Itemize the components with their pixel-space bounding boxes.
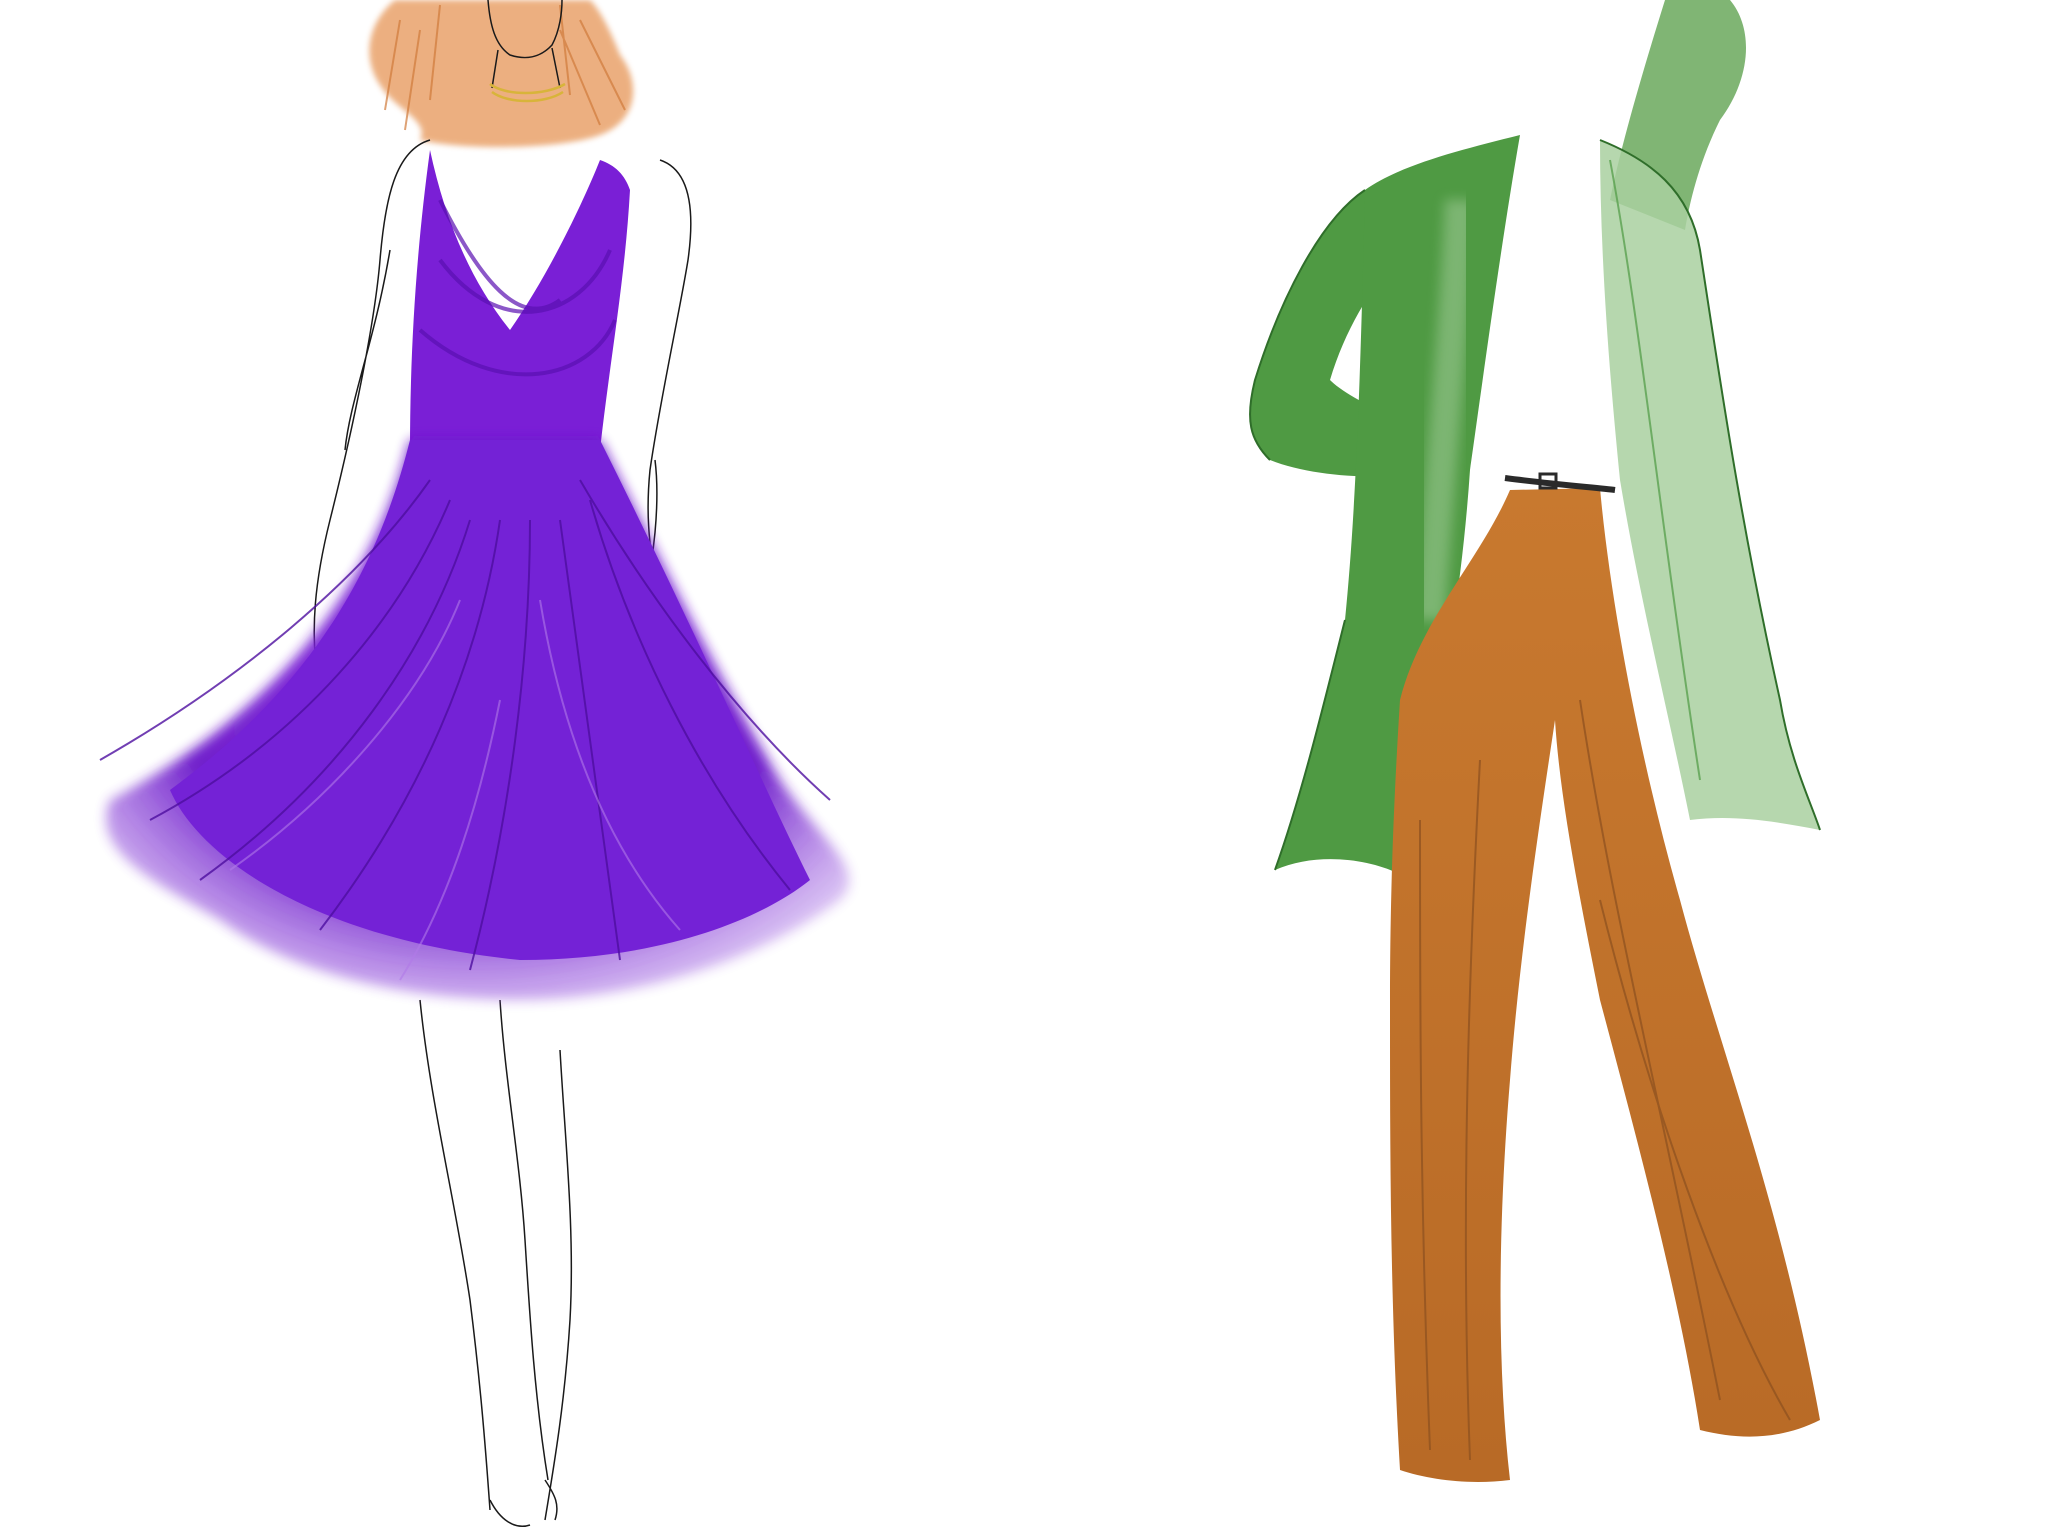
figure-left xyxy=(99,0,850,1527)
dress-bodice xyxy=(410,150,630,465)
belt xyxy=(1504,472,1616,493)
figure-right xyxy=(1249,0,1821,1482)
hair xyxy=(369,0,634,147)
sketch-artwork xyxy=(99,0,1821,1527)
fashion-sketch-canvas xyxy=(0,0,2048,1536)
dress-skirt xyxy=(99,440,850,1000)
shoe xyxy=(489,1479,558,1527)
legs-outline xyxy=(419,999,573,1521)
